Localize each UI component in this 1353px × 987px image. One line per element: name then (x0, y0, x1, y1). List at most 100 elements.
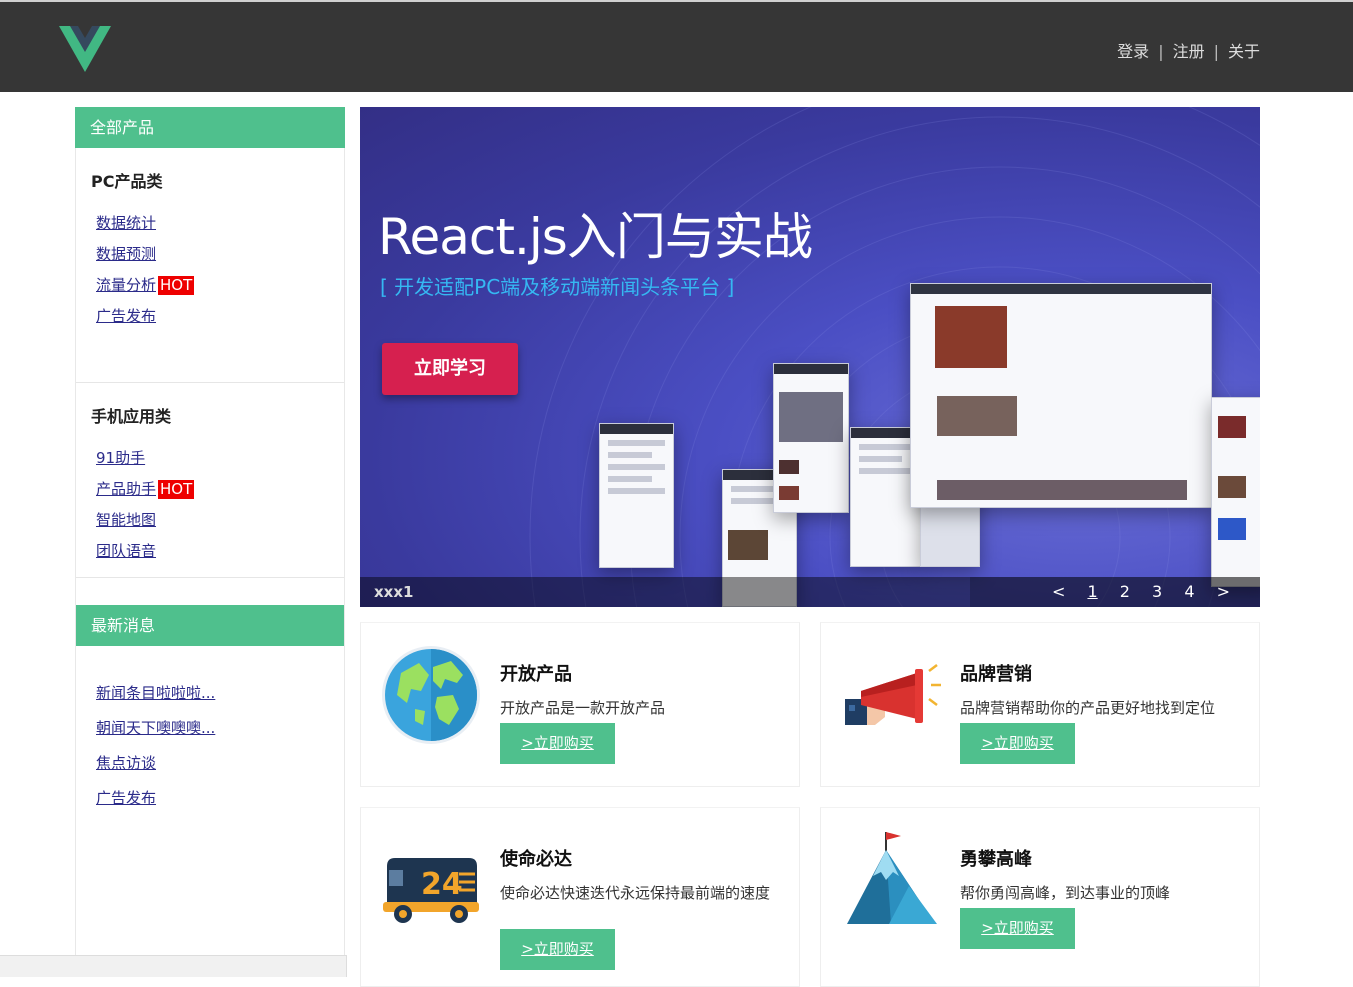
product-description: 品牌营销帮助你的产品更好地找到定位 (960, 699, 1216, 717)
buy-now-button[interactable]: >立即购买 (500, 929, 615, 970)
sidebar-link-data-forecast[interactable]: 数据预测 (96, 245, 156, 263)
product-card-summit: 勇攀高峰 帮你勇闯高峰，到达事业的顶峰 >立即购买 (820, 807, 1260, 987)
vue-logo-icon[interactable] (59, 26, 111, 72)
product-card-delivery: 24 使命必达 使命必达快速迭代永远保持最前端的速度 >立即购买 (360, 807, 800, 987)
mock-bar (774, 364, 848, 374)
mock-image (1218, 518, 1246, 540)
product-card-brand: 品牌营销 品牌营销帮助你的产品更好地找到定位 >立即购买 (820, 622, 1260, 787)
product-title: 勇攀高峰 (960, 849, 1032, 870)
horizontal-scrollbar[interactable] (0, 955, 347, 977)
product-description: 帮你勇闯高峰，到达事业的顶峰 (960, 884, 1171, 902)
banner-subtitle: [ 开发适配PC端及移动端新闻头条平台 ] (380, 275, 735, 299)
mock-image (937, 480, 1187, 500)
next-slide-button[interactable]: > (1217, 582, 1230, 601)
about-link[interactable]: 关于 (1228, 38, 1260, 62)
mock-image (1218, 416, 1246, 438)
list-item: 流量分析 HOT (96, 274, 344, 305)
mock-image (779, 486, 799, 500)
category-list: 91助手 产品助手 HOT 智能地图 团队语音 (91, 447, 344, 577)
sidebar-link-smart-map[interactable]: 智能地图 (96, 511, 156, 529)
hot-badge: HOT (158, 276, 195, 295)
sidebar-link-ad-publish[interactable]: 广告发布 (96, 307, 156, 325)
list-item: 广告发布 (96, 787, 344, 822)
list-item: 朝闻天下噢噢噢... (96, 717, 344, 752)
mock-image (779, 392, 843, 442)
mock-phone-screenshot (773, 363, 849, 513)
mock-row (608, 440, 665, 446)
mock-row (859, 468, 914, 474)
top-header: 登录 | 注册 | 关于 (0, 0, 1353, 92)
mock-image (779, 460, 799, 474)
slide-3-button[interactable]: 3 (1152, 582, 1162, 601)
news-link[interactable]: 朝闻天下噢噢噢... (96, 719, 215, 737)
banner-carousel[interactable]: React.js入门与实战 [ 开发适配PC端及移动端新闻头条平台 ] 立即学习… (360, 107, 1260, 607)
category-title: 手机应用类 (91, 407, 172, 426)
carousel-pager: < 1 2 3 4 > (1035, 582, 1230, 601)
mock-bar (911, 284, 1211, 294)
list-item: 数据统计 (96, 212, 344, 243)
buy-now-button[interactable]: >立即购买 (500, 723, 615, 764)
mock-row (859, 456, 902, 462)
globe-icon (382, 646, 480, 744)
product-description: 开放产品是一款开放产品 (500, 699, 666, 717)
news-panel: 最新消息 新闻条目啦啦啦... 朝闻天下噢噢噢... 焦点访谈 广告发布 (75, 605, 345, 977)
list-item: 产品助手 HOT (96, 478, 344, 509)
mock-phone-screenshot (599, 423, 674, 568)
list-item: 团队语音 (96, 540, 344, 571)
sidebar-link-91-assistant[interactable]: 91助手 (96, 449, 145, 467)
svg-text:24: 24 (421, 867, 463, 902)
prev-slide-button[interactable]: < (1052, 582, 1065, 601)
mock-image (935, 306, 1007, 368)
news-link[interactable]: 焦点访谈 (96, 754, 156, 772)
news-title: 最新消息 (76, 605, 344, 646)
list-item: 91助手 (96, 447, 344, 478)
list-item: 新闻条目啦啦啦... (96, 682, 344, 717)
category-list: 数据统计 数据预测 流量分析 HOT 广告发布 (91, 212, 344, 342)
sidebar-title: 全部产品 (75, 107, 345, 148)
product-title: 使命必达 (500, 849, 572, 870)
slide-2-button[interactable]: 2 (1120, 582, 1130, 601)
mock-image (937, 396, 1017, 436)
learn-now-button[interactable]: 立即学习 (382, 343, 518, 395)
nav-separator: | (1213, 42, 1219, 61)
slide-1-button[interactable]: 1 (1087, 582, 1097, 601)
product-title: 开放产品 (500, 664, 572, 685)
sidebar-link-traffic-analysis[interactable]: 流量分析 (96, 276, 156, 294)
product-description: 使命必达快速迭代永远保持最前端的速度 (500, 884, 771, 902)
mock-image (1218, 476, 1246, 498)
mock-row (731, 498, 775, 504)
list-item: 智能地图 (96, 509, 344, 540)
mock-bar (600, 424, 673, 434)
sidebar-link-team-voice[interactable]: 团队语音 (96, 542, 156, 560)
slide-4-button[interactable]: 4 (1184, 582, 1194, 601)
carousel-caption: xxx1 (374, 583, 414, 601)
sidebar-link-product-assistant[interactable]: 产品助手 (96, 480, 156, 498)
delivery-truck-icon: 24 (383, 858, 479, 923)
sidebar-link-data-stats[interactable]: 数据统计 (96, 214, 156, 232)
megaphone-icon (845, 664, 941, 725)
list-item: 数据预测 (96, 243, 344, 274)
mock-row (608, 464, 665, 470)
mock-phone-screenshot (1211, 397, 1260, 587)
sidebar: 全部产品 PC产品类 数据统计 数据预测 流量分析 HOT 广告发布 手机应用类 … (75, 107, 345, 619)
nav-separator: | (1158, 42, 1164, 61)
hot-badge: HOT (158, 480, 195, 499)
list-item: 焦点访谈 (96, 752, 344, 787)
register-link[interactable]: 注册 (1173, 38, 1205, 62)
buy-now-button[interactable]: >立即购买 (960, 723, 1075, 764)
category-mobile: 手机应用类 91助手 产品助手 HOT 智能地图 团队语音 (76, 383, 344, 578)
news-link[interactable]: 广告发布 (96, 789, 156, 807)
login-link[interactable]: 登录 (1117, 38, 1149, 62)
mock-row (859, 444, 914, 450)
category-title: PC产品类 (91, 172, 163, 191)
news-list: 新闻条目啦啦啦... 朝闻天下噢噢噢... 焦点访谈 广告发布 (76, 646, 344, 822)
list-item: 广告发布 (96, 305, 344, 336)
buy-now-button[interactable]: >立即购买 (960, 908, 1075, 949)
banner-title: React.js入门与实战 (378, 208, 813, 266)
mock-row (608, 476, 652, 482)
category-spacer (91, 342, 344, 382)
mock-row (608, 452, 652, 458)
header-nav: 登录 | 注册 | 关于 (1117, 38, 1260, 62)
mountain-flag-icon (847, 832, 937, 924)
news-link[interactable]: 新闻条目啦啦啦... (96, 684, 215, 702)
